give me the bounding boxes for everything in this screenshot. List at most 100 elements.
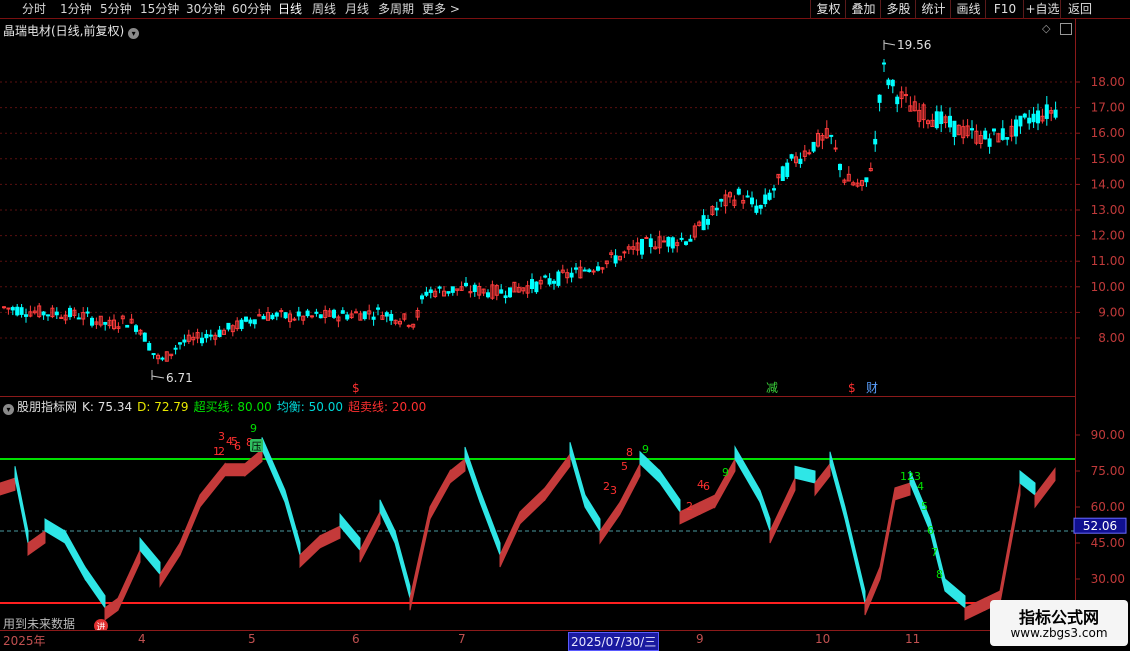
candle-body bbox=[706, 218, 710, 225]
reduce-marker[interactable]: 减 bbox=[766, 381, 778, 395]
buy-marker[interactable]: 进 bbox=[96, 622, 105, 630]
k-band-segment bbox=[639, 450, 661, 485]
date-label-8: 11 bbox=[905, 632, 921, 646]
candle-body bbox=[508, 287, 512, 298]
candle-body bbox=[424, 291, 429, 296]
sequence-number: 9 bbox=[250, 422, 257, 435]
press-marker[interactable]: 压 bbox=[252, 441, 262, 453]
candle-body bbox=[719, 198, 724, 202]
watermark: 指标公式网 www.zbgs3.com bbox=[990, 600, 1128, 646]
candle-body bbox=[54, 311, 59, 316]
k-band-segment bbox=[84, 565, 106, 610]
k-band-segment bbox=[794, 465, 816, 484]
candle-body bbox=[76, 317, 81, 320]
indicator-name: 股朋指标网 bbox=[17, 400, 78, 414]
k-band-segment bbox=[544, 452, 571, 502]
selected-date: 2025/07/30/三 bbox=[568, 632, 660, 651]
k-band-segment bbox=[409, 506, 431, 611]
k-band-segment bbox=[464, 446, 481, 503]
k-band-segment bbox=[159, 541, 181, 588]
k-band-segment bbox=[999, 482, 1021, 604]
candle-body bbox=[882, 62, 886, 65]
low-price-label: 6.71 bbox=[166, 371, 193, 385]
candle-body bbox=[877, 94, 882, 103]
k-band-segment bbox=[879, 487, 896, 580]
candle-body bbox=[662, 240, 666, 243]
watermark-url: www.zbgs3.com bbox=[1010, 626, 1108, 640]
candle-body bbox=[450, 286, 455, 293]
k-band-segment bbox=[1034, 467, 1056, 509]
k-band-segment bbox=[179, 494, 201, 556]
k-band-segment bbox=[284, 490, 301, 556]
candle-body bbox=[279, 310, 284, 313]
sequence-number: 8 bbox=[626, 446, 633, 459]
candle-body bbox=[904, 94, 908, 97]
candle-body bbox=[354, 311, 358, 314]
candle-body bbox=[200, 337, 204, 344]
candle-body bbox=[182, 339, 187, 343]
watermark-title: 指标公式网 bbox=[1018, 608, 1099, 627]
k-band-segment bbox=[844, 506, 866, 604]
candle-body bbox=[151, 353, 156, 356]
candle-body bbox=[1044, 104, 1049, 119]
dividend-marker[interactable]: $ bbox=[352, 381, 360, 395]
date-label-0: 2025年 bbox=[3, 634, 46, 648]
candle-body bbox=[296, 311, 301, 317]
high-marker-arrow bbox=[883, 42, 896, 46]
date-label-7: 10 bbox=[815, 632, 831, 646]
candle-body bbox=[503, 295, 508, 299]
candle-body bbox=[85, 311, 90, 314]
candlestick-chart[interactable]: 18.00 17.00 16.00 15.00 14.00 13.00 12.00 11.00… bbox=[0, 0, 1130, 630]
candle-body bbox=[19, 307, 24, 315]
date-label-4: 7 bbox=[458, 632, 466, 646]
candle-body bbox=[244, 316, 248, 322]
candle-body bbox=[745, 195, 750, 198]
price-axis-label: 11.00 bbox=[1091, 254, 1125, 268]
candle-body bbox=[948, 115, 952, 128]
price-axis-label: 15.00 bbox=[1091, 152, 1125, 166]
candle-body bbox=[376, 307, 380, 310]
candle-body bbox=[811, 141, 816, 152]
candle-body bbox=[666, 236, 671, 247]
k-band-segment bbox=[64, 529, 86, 581]
price-axis-label: 14.00 bbox=[1091, 177, 1125, 191]
chevron-down-icon[interactable]: ▾ bbox=[3, 404, 14, 415]
candle-body bbox=[371, 316, 376, 320]
candle-body bbox=[684, 241, 688, 245]
sequence-number: 6 bbox=[927, 524, 934, 537]
candle-body bbox=[556, 271, 561, 286]
candle-body bbox=[274, 312, 279, 317]
candle-body bbox=[46, 314, 50, 317]
candle-body bbox=[41, 311, 46, 316]
finance-marker[interactable]: 财 bbox=[866, 381, 878, 395]
sequence-number: 6 bbox=[703, 480, 710, 493]
candle-body bbox=[1031, 113, 1036, 123]
candle-body bbox=[829, 134, 834, 137]
k-band-segment bbox=[1019, 469, 1036, 497]
candle-body bbox=[420, 295, 424, 300]
candle-body bbox=[472, 284, 477, 292]
sequence-number: 8 bbox=[936, 568, 943, 581]
sequence-number: 4 bbox=[917, 480, 924, 493]
candle-body bbox=[428, 289, 433, 293]
k-band-segment bbox=[27, 530, 46, 556]
dividend-marker[interactable]: $ bbox=[848, 381, 856, 395]
k-band-segment bbox=[734, 445, 761, 505]
k-band-segment bbox=[139, 536, 161, 576]
candle-body bbox=[934, 111, 939, 129]
k-band-segment bbox=[769, 477, 796, 544]
k-band-segment bbox=[964, 597, 986, 621]
candle-body bbox=[1000, 128, 1005, 140]
candle-body bbox=[10, 307, 15, 311]
candle-body bbox=[204, 333, 209, 339]
price-axis-label: 16.00 bbox=[1091, 126, 1125, 140]
candle-body bbox=[587, 269, 592, 272]
candle-body bbox=[1036, 110, 1040, 124]
candle-body bbox=[68, 307, 72, 318]
candle-body bbox=[569, 272, 574, 278]
sequence-number: 5 bbox=[921, 500, 928, 513]
candle-body bbox=[970, 128, 974, 131]
candle-body bbox=[318, 314, 323, 319]
price-axis-label: 17.00 bbox=[1091, 101, 1125, 115]
candle-body bbox=[939, 111, 944, 125]
